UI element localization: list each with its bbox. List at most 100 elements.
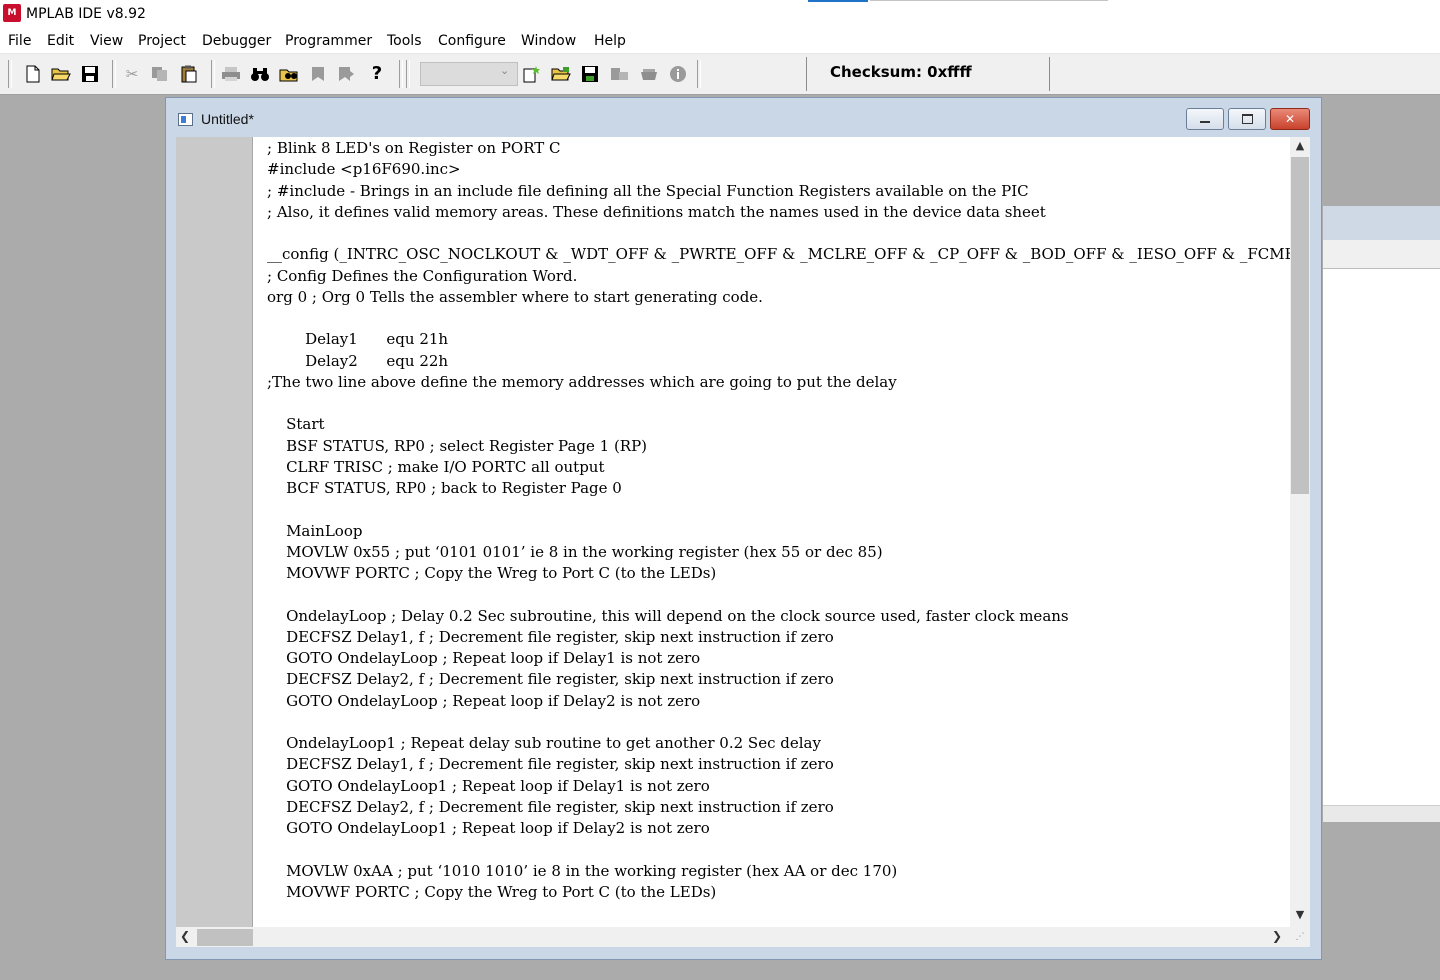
- toolbar-grip[interactable]: [8, 60, 12, 88]
- code-line[interactable]: MOVLW 0xAA ; put ‘1010 1010’ ie 8 in the…: [267, 861, 1290, 882]
- menu-programmer[interactable]: Programmer: [285, 33, 372, 49]
- code-line[interactable]: DECFSZ Delay1, f ; Decrement file regist…: [267, 754, 1290, 775]
- menu-bar: File Edit View Project Debugger Programm…: [0, 29, 1440, 54]
- minimize-button[interactable]: [1186, 108, 1224, 130]
- code-line[interactable]: #include <p16F690.inc>: [267, 159, 1290, 180]
- background-mdi-window[interactable]: [1323, 206, 1440, 821]
- info-icon[interactable]: [668, 64, 688, 84]
- close-icon: ✕: [1284, 112, 1296, 126]
- code-line[interactable]: MOVWF PORTC ; Copy the Wreg to Port C (t…: [267, 882, 1290, 903]
- menu-debugger[interactable]: Debugger: [202, 33, 271, 49]
- code-line[interactable]: [267, 712, 1290, 733]
- code-line[interactable]: ; Config Defines the Configuration Word.: [267, 266, 1290, 287]
- code-line[interactable]: [267, 584, 1290, 605]
- title-accent-strip: [808, 0, 868, 2]
- code-line[interactable]: org 0 ; Org 0 Tells the assembler where …: [267, 287, 1290, 308]
- code-line[interactable]: MOVWF PORTC ; Copy the Wreg to Port C (t…: [267, 563, 1290, 584]
- scroll-down-icon[interactable]: ▼: [1290, 908, 1310, 921]
- open-project-icon[interactable]: [551, 64, 571, 84]
- code-line[interactable]: DECFSZ Delay2, f ; Decrement file regist…: [267, 797, 1290, 818]
- code-line[interactable]: ; Blink 8 LED's on Register on PORT C: [267, 138, 1290, 159]
- mplab-app-icon[interactable]: M: [3, 4, 21, 22]
- title-accent-line: [870, 0, 1108, 1]
- copy-icon[interactable]: [150, 64, 170, 84]
- minimize-icon: [1200, 121, 1210, 123]
- code-line[interactable]: BSF STATUS, RP0 ; select Register Page 1…: [267, 436, 1290, 457]
- menu-configure[interactable]: Configure: [438, 33, 506, 49]
- menu-tools[interactable]: Tools: [387, 33, 422, 49]
- open-folder-icon[interactable]: [51, 64, 71, 84]
- maximize-button[interactable]: [1228, 108, 1266, 130]
- code-editor[interactable]: ; Blink 8 LED's on Register on PORT C #in…: [253, 137, 1290, 927]
- code-line[interactable]: DECFSZ Delay2, f ; Decrement file regist…: [267, 669, 1290, 690]
- size-grip-icon[interactable]: ⋰: [1290, 927, 1310, 947]
- code-line[interactable]: [267, 223, 1290, 244]
- checksum-readout: Checksum: 0xffff: [830, 63, 972, 81]
- editor-window-title: Untitled*: [201, 111, 254, 127]
- save-project-icon[interactable]: [580, 64, 600, 84]
- document-icon-mark: [181, 116, 186, 123]
- scroll-up-icon[interactable]: ▲: [1290, 139, 1310, 152]
- printer-icon[interactable]: [221, 64, 241, 84]
- save-disk-icon[interactable]: [80, 64, 100, 84]
- code-line[interactable]: Start: [267, 414, 1290, 435]
- code-line[interactable]: [267, 839, 1290, 860]
- new-project-icon[interactable]: [522, 64, 542, 84]
- code-line[interactable]: DECFSZ Delay1, f ; Decrement file regist…: [267, 627, 1290, 648]
- bookmark-right-icon[interactable]: [336, 64, 356, 84]
- horizontal-scrollbar[interactable]: [176, 927, 1290, 947]
- code-line[interactable]: __config (_INTRC_OSC_NOCLKOUT & _WDT_OFF…: [267, 244, 1290, 265]
- background-window-band: [1323, 240, 1440, 269]
- app-title: MPLAB IDE v8.92: [26, 6, 146, 22]
- code-line[interactable]: ; #include - Brings in an include file d…: [267, 181, 1290, 202]
- menu-project[interactable]: Project: [138, 33, 186, 49]
- scissors-icon[interactable]: ✂: [122, 64, 142, 84]
- code-line[interactable]: [267, 308, 1290, 329]
- code-line[interactable]: Delay1 equ 21h: [267, 329, 1290, 350]
- background-window-bottom: [1323, 805, 1440, 822]
- background-window-titlebar[interactable]: [1323, 206, 1440, 240]
- find-in-files-icon[interactable]: [279, 64, 299, 84]
- new-file-icon[interactable]: [23, 64, 43, 84]
- binoculars-icon[interactable]: [250, 64, 270, 84]
- code-line[interactable]: OndelayLoop ; Delay 0.2 Sec subroutine, …: [267, 606, 1290, 627]
- toolbar-grip[interactable]: [406, 60, 410, 88]
- menu-view[interactable]: View: [90, 33, 123, 49]
- code-line[interactable]: GOTO OndelayLoop ; Repeat loop if Delay2…: [267, 691, 1290, 712]
- code-line[interactable]: MOVLW 0x55 ; put ‘0101 0101’ ie 8 in the…: [267, 542, 1290, 563]
- toolbar-separator: [112, 60, 116, 88]
- menu-edit[interactable]: Edit: [47, 33, 74, 49]
- close-button[interactable]: ✕: [1270, 108, 1310, 130]
- toolbar-separator: [697, 60, 701, 88]
- code-line[interactable]: Delay2 equ 22h: [267, 351, 1290, 372]
- toolbar-grip[interactable]: [399, 60, 403, 88]
- question-mark-icon[interactable]: ?: [367, 64, 387, 84]
- scroll-right-icon[interactable]: ❯: [1272, 929, 1282, 943]
- code-line[interactable]: ; Also, it defines valid memory areas. T…: [267, 202, 1290, 223]
- menu-window[interactable]: Window: [521, 33, 576, 49]
- restore-icon: [1241, 114, 1253, 124]
- code-line[interactable]: BCF STATUS, RP0 ; back to Register Page …: [267, 478, 1290, 499]
- code-line[interactable]: GOTO OndelayLoop1 ; Repeat loop if Delay…: [267, 818, 1290, 839]
- code-text[interactable]: ; Blink 8 LED's on Register on PORT C #in…: [267, 138, 1290, 903]
- chevron-down-icon[interactable]: ⌄: [500, 64, 509, 77]
- clipboard-icon[interactable]: [179, 64, 199, 84]
- build-icon[interactable]: [610, 64, 630, 84]
- code-line[interactable]: ;The two line above define the memory ad…: [267, 372, 1290, 393]
- bookmark-left-icon[interactable]: [308, 64, 328, 84]
- menu-help[interactable]: Help: [594, 33, 626, 49]
- horizontal-scroll-thumb[interactable]: [197, 929, 253, 946]
- make-icon[interactable]: [639, 64, 659, 84]
- code-line[interactable]: MainLoop: [267, 521, 1290, 542]
- scroll-left-icon[interactable]: ❮: [180, 929, 190, 943]
- code-line[interactable]: CLRF TRISC ; make I/O PORTC all output: [267, 457, 1290, 478]
- code-line[interactable]: GOTO OndelayLoop1 ; Repeat loop if Delay…: [267, 776, 1290, 797]
- vertical-scroll-thumb[interactable]: [1291, 157, 1309, 494]
- code-line[interactable]: OndelayLoop1 ; Repeat delay sub routine …: [267, 733, 1290, 754]
- code-line[interactable]: [267, 499, 1290, 520]
- title-bar: [0, 0, 1440, 29]
- line-number-gutter[interactable]: [176, 137, 253, 927]
- code-line[interactable]: GOTO OndelayLoop ; Repeat loop if Delay1…: [267, 648, 1290, 669]
- code-line[interactable]: [267, 393, 1290, 414]
- menu-file[interactable]: File: [8, 33, 31, 49]
